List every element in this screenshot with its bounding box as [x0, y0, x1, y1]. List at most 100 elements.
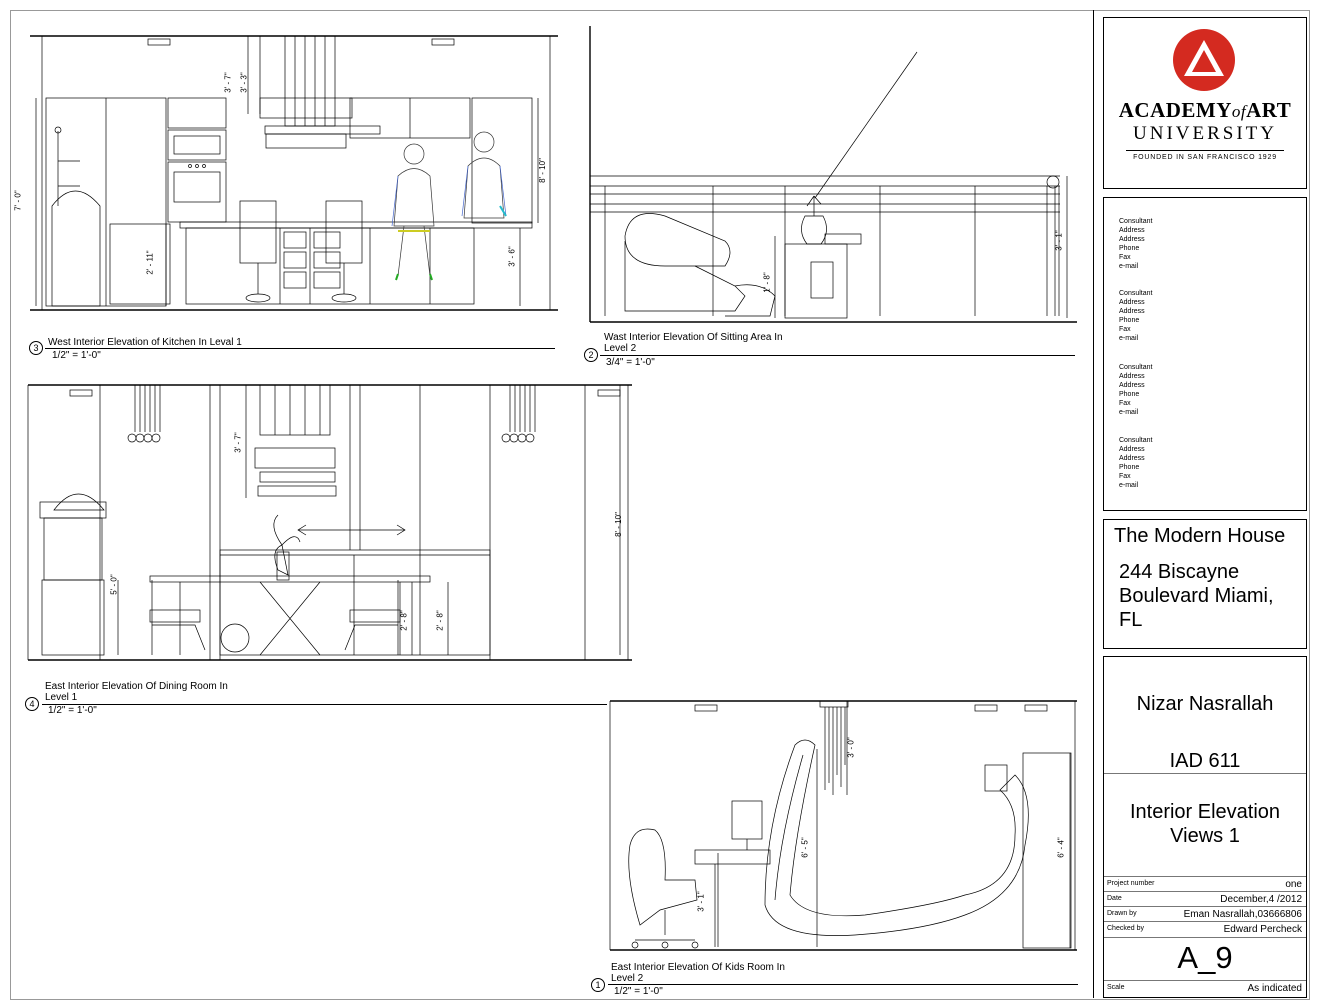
dimension-label: 3' - 0": [846, 737, 856, 758]
consultant-block: Consultant Address Address Phone Fax e-m…: [1119, 436, 1152, 490]
project-address: 244 Biscayne Boulevard Miami, FL: [1119, 560, 1274, 632]
consultants-panel: Consultant Address Address Phone Fax e-m…: [1103, 197, 1307, 511]
consultant-block: Consultant Address Address Phone Fax e-m…: [1119, 217, 1152, 271]
view-title: Wast Interior Elevation Of Sitting Area …: [604, 332, 783, 354]
dimension-label: 3' - 1": [1054, 230, 1064, 251]
view-title-line: Level 2: [604, 343, 637, 354]
view-title: East Interior Elevation Of Dining Room I…: [45, 681, 228, 703]
dimension-label: 3' - 6": [507, 246, 517, 267]
view-number-badge: 4: [25, 697, 39, 711]
dimension-label: 3' - 3": [239, 72, 249, 93]
consultant-line: Fax: [1119, 400, 1131, 407]
dimension-label: 7' - 0": [13, 190, 23, 211]
consultant-line: e-mail: [1119, 482, 1139, 489]
consultant-line: Phone: [1119, 245, 1140, 252]
dimension-label: 5' - 0": [109, 574, 119, 595]
info-row-drawn-by: Drawn by Eman Nasrallah,03666806: [1104, 906, 1306, 922]
view-number-badge: 2: [584, 348, 598, 362]
address-line: Boulevard Miami,: [1119, 585, 1274, 607]
consultant-line: Address: [1119, 299, 1145, 306]
info-value: Eman Nasrallah,03666806: [1183, 909, 1302, 920]
dimension-label: 1' - 8": [762, 272, 772, 293]
info-key: Drawn by: [1107, 910, 1137, 917]
caption-rule: [45, 348, 555, 349]
view-title: West Interior Elevation of Kitchen In Le…: [48, 337, 242, 348]
consultant-line: Fax: [1119, 473, 1131, 480]
consultant-line: Consultant: [1119, 437, 1153, 444]
consultant-block: Consultant Address Address Phone Fax e-m…: [1119, 363, 1152, 417]
consultant-line: Fax: [1119, 326, 1131, 333]
view-number-badge: 3: [29, 341, 43, 355]
view-title-line: Wast Interior Elevation Of Sitting Area …: [604, 332, 783, 343]
view-title-line: East Interior Elevation Of Kids Room In: [611, 962, 785, 973]
kids-dimension-labels: 3' - 0" 6' - 5" 6' - 4" 3' - 1": [605, 695, 1085, 957]
info-key: Date: [1107, 895, 1122, 902]
project-panel: The Modern House 244 Biscayne Boulevard …: [1103, 519, 1307, 649]
dining-dimension-labels: 3' - 7" 8' - 10" 5' - 0" 2' - 8" 2' - 8": [20, 380, 640, 670]
dimension-label: 2' - 11": [145, 250, 155, 275]
sitting-dimension-labels: 3' - 1" 1' - 8": [585, 26, 1085, 326]
academy-logo-icon: [1173, 29, 1235, 91]
info-row-date: Date December,4 /2012: [1104, 891, 1306, 907]
dimension-label: 6' - 5": [800, 837, 810, 858]
view-scale: 3/4" = 1'-0": [606, 357, 655, 368]
view-number-badge: 1: [591, 978, 605, 992]
logo-line-3: FOUNDED IN SAN FRANCISCO 1929: [1133, 154, 1277, 161]
info-row-scale: Scale As indicated: [1104, 980, 1306, 996]
consultant-line: Phone: [1119, 464, 1140, 471]
title-block-divider: [1093, 10, 1094, 998]
consultant-line: Fax: [1119, 254, 1131, 261]
divider: [1104, 937, 1306, 938]
dimension-label: 3' - 1": [696, 891, 706, 912]
consultant-line: Consultant: [1119, 364, 1153, 371]
sheet-number: A_9: [1177, 940, 1233, 975]
caption-rule: [600, 355, 1075, 356]
consultant-line: Consultant: [1119, 218, 1153, 225]
consultant-line: Address: [1119, 455, 1145, 462]
consultant-line: e-mail: [1119, 409, 1139, 416]
view-title-line: Level 1: [45, 692, 78, 703]
consultant-line: Address: [1119, 236, 1145, 243]
consultant-line: Phone: [1119, 317, 1140, 324]
consultant-line: Consultant: [1119, 290, 1153, 297]
dimension-label: 6' - 4": [1056, 837, 1066, 858]
info-value: Edward Percheck: [1223, 924, 1302, 935]
info-row-project-number: Project number one: [1104, 876, 1306, 892]
address-line: 244 Biscayne: [1119, 561, 1240, 583]
dimension-label: 8' - 10": [613, 512, 623, 537]
view-scale: 1/2" = 1'-0": [52, 350, 101, 361]
dimension-label: 8' - 10": [537, 158, 547, 183]
view-title-line: East Interior Elevation Of Dining Room I…: [45, 681, 228, 692]
view-title: East Interior Elevation Of Kids Room In …: [611, 962, 785, 984]
dimension-label: 3' - 7": [223, 72, 233, 93]
consultant-block: Consultant Address Address Phone Fax e-m…: [1119, 289, 1152, 343]
caption-rule: [42, 704, 607, 705]
dimension-label: 3' - 7": [233, 432, 243, 453]
sheet-title-line: Views 1: [1170, 825, 1240, 847]
course-code: IAD 611: [1169, 750, 1241, 772]
info-key: Project number: [1107, 880, 1155, 887]
view-scale: 1/2" = 1'-0": [48, 705, 97, 716]
view-scale: 1/2" = 1'-0": [614, 986, 663, 997]
consultant-line: Address: [1119, 227, 1145, 234]
info-value: As indicated: [1247, 983, 1302, 994]
author-name: Nizar Nasrallah: [1136, 693, 1274, 715]
consultant-line: Phone: [1119, 391, 1140, 398]
consultant-line: Address: [1119, 382, 1145, 389]
project-name: The Modern House: [1114, 525, 1286, 547]
info-value: one: [1285, 879, 1302, 890]
logo-line-1: ACADEMYofART: [1118, 98, 1292, 122]
kitchen-dimension-labels: 7' - 0" 3' - 7" 3' - 3" 8' - 10" 2' - 11…: [14, 26, 565, 326]
address-line: FL: [1119, 609, 1143, 631]
view-title-line: Level 2: [611, 973, 644, 984]
consultant-line: Address: [1119, 446, 1145, 453]
sheet-title: Interior Elevation Views 1: [1104, 800, 1306, 848]
info-key: Checked by: [1107, 925, 1144, 932]
info-row-checked-by: Checked by Edward Percheck: [1104, 921, 1306, 937]
caption-rule: [608, 984, 1078, 985]
consultant-line: Address: [1119, 373, 1145, 380]
logo-panel: ACADEMYofART UNIVERSITY FOUNDED IN SAN F…: [1103, 17, 1307, 189]
logo-rule: [1126, 150, 1284, 151]
dimension-label: 2' - 8": [399, 610, 409, 631]
consultant-line: e-mail: [1119, 263, 1139, 270]
